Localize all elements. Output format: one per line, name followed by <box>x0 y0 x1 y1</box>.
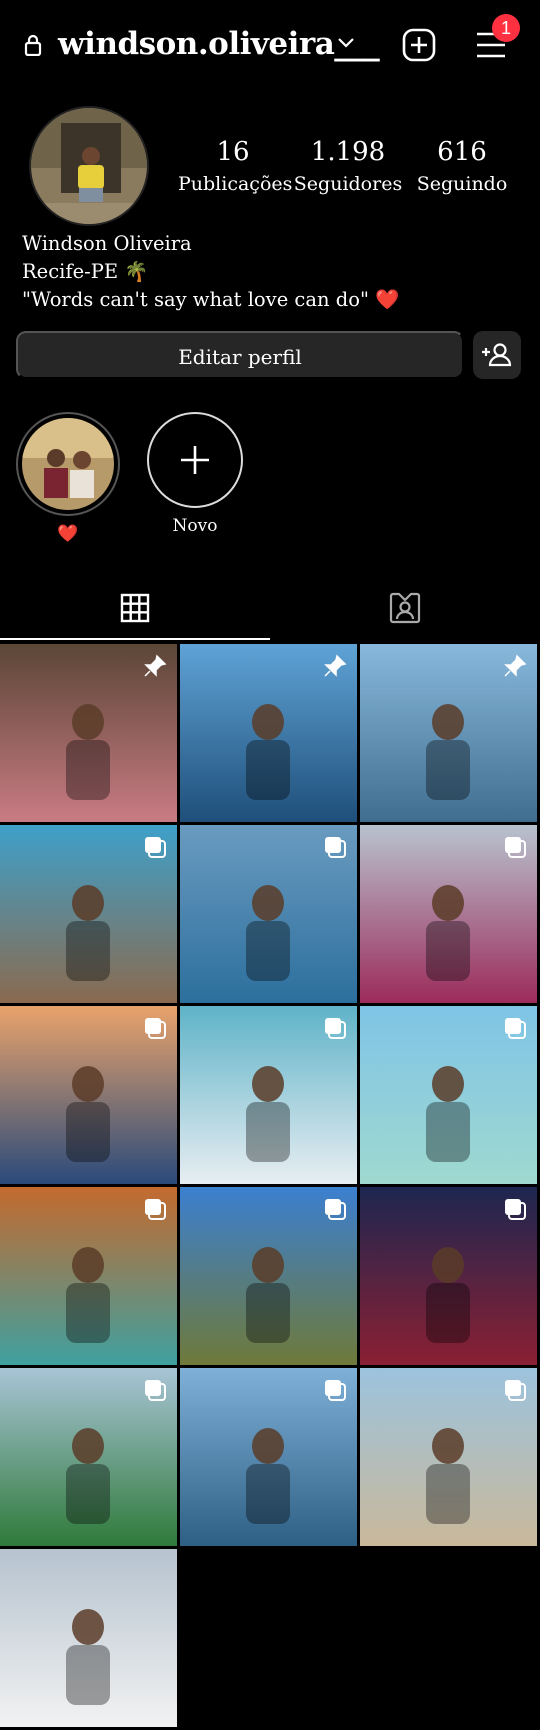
carousel-icon <box>505 1380 526 1401</box>
chevron-down-icon[interactable] <box>337 36 355 50</box>
post-thumbnail[interactable] <box>360 1187 537 1365</box>
post-thumbnail[interactable] <box>0 825 177 1003</box>
post-thumbnail[interactable] <box>0 644 177 822</box>
carousel-icon <box>325 1380 346 1401</box>
carousel-icon <box>145 837 166 858</box>
following-count-value: 616 <box>437 137 487 167</box>
active-tab-indicator <box>0 638 270 640</box>
post-thumbnail[interactable] <box>180 644 357 822</box>
highlight-ring <box>16 412 120 516</box>
grid-icon <box>120 593 150 623</box>
post-thumbnail[interactable] <box>0 1368 177 1546</box>
new-highlight-label: Novo <box>172 516 218 536</box>
following-count[interactable]: 616 Seguindo <box>416 136 508 200</box>
carousel-icon <box>505 837 526 858</box>
carousel-icon <box>145 1380 166 1401</box>
followers-count-value: 1.198 <box>310 137 386 167</box>
new-highlight-ring <box>147 412 243 508</box>
new-highlight[interactable]: Novo <box>147 412 243 538</box>
account-username[interactable]: windson.oliveira___ <box>58 26 380 62</box>
lock-icon <box>24 34 42 56</box>
story-highlight[interactable]: ❤️ <box>16 412 120 546</box>
tab-posts-grid[interactable] <box>0 574 270 642</box>
carousel-icon <box>145 1018 166 1039</box>
profile-location: Recife-PE 🌴 <box>22 260 149 283</box>
post-thumbnail[interactable] <box>360 1368 537 1546</box>
new-post-icon[interactable] <box>402 28 436 62</box>
post-thumbnail[interactable] <box>180 825 357 1003</box>
notification-badge: 1 <box>492 14 520 42</box>
post-thumbnail[interactable] <box>0 1187 177 1365</box>
profile-avatar[interactable] <box>29 106 149 226</box>
carousel-icon <box>505 1199 526 1220</box>
highlight-label: ❤️ <box>57 524 79 544</box>
post-thumbnail[interactable] <box>360 644 537 822</box>
carousel-icon <box>145 1199 166 1220</box>
add-person-icon <box>482 343 512 367</box>
plus-icon <box>181 446 209 474</box>
posts-count-label: Publicações <box>178 173 293 195</box>
post-thumbnail[interactable] <box>180 1368 357 1546</box>
post-thumbnail[interactable] <box>0 1006 177 1184</box>
followers-count-label: Seguidores <box>293 173 403 195</box>
post-thumbnail[interactable] <box>0 1549 177 1727</box>
tab-tagged[interactable] <box>270 574 540 642</box>
edit-profile-button[interactable]: Editar perfil <box>16 331 464 379</box>
pin-icon <box>144 654 167 677</box>
discover-people-button[interactable] <box>473 331 521 379</box>
posts-count-value: 16 <box>216 137 250 167</box>
pin-icon <box>324 654 347 677</box>
post-thumbnail[interactable] <box>180 1187 357 1365</box>
post-image <box>0 1549 177 1727</box>
tagged-person-icon <box>389 592 421 624</box>
profile-quote: "Words can't say what love can do" ❤️ <box>22 288 400 311</box>
carousel-icon <box>325 1199 346 1220</box>
followers-count[interactable]: 1.198 Seguidores <box>292 136 404 200</box>
post-thumbnail[interactable] <box>180 1006 357 1184</box>
carousel-icon <box>325 1018 346 1039</box>
profile-tabs <box>0 574 540 642</box>
post-thumbnail[interactable] <box>360 1006 537 1184</box>
profile-bio: Windson Oliveira Recife-PE 🌴 "Words can'… <box>22 230 399 314</box>
posts-count[interactable]: 16 Publicações <box>178 136 293 200</box>
highlight-cover <box>22 418 114 510</box>
post-thumbnail[interactable] <box>360 825 537 1003</box>
following-count-label: Seguindo <box>416 173 508 195</box>
carousel-icon <box>325 837 346 858</box>
top-bar: windson.oliveira___ 1 <box>0 0 540 90</box>
carousel-icon <box>505 1018 526 1039</box>
profile-name: Windson Oliveira <box>22 232 192 255</box>
pin-icon <box>504 654 527 677</box>
